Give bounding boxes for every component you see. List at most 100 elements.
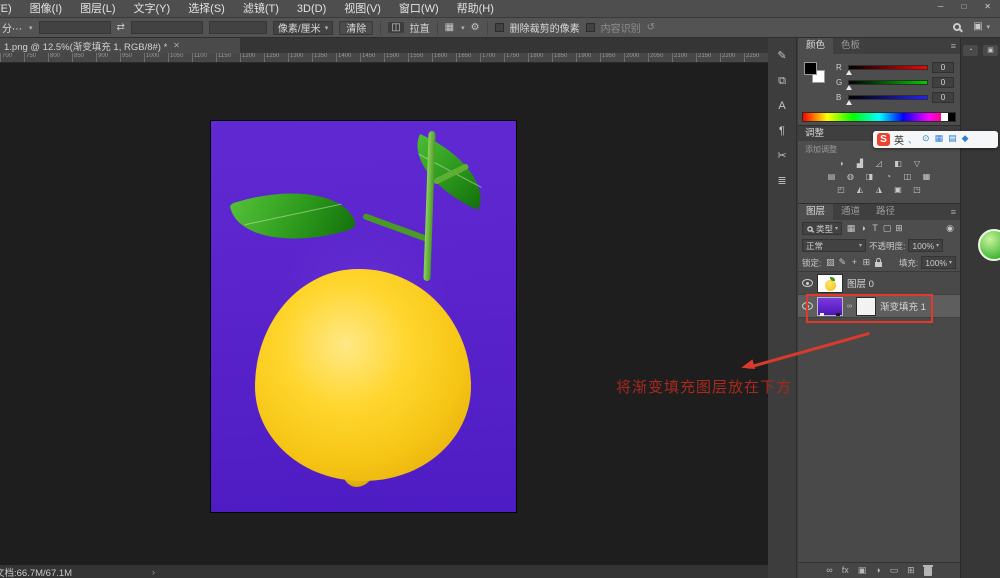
invert-icon[interactable]: ◰ xyxy=(834,184,849,195)
punctuation-icon[interactable]: 、 xyxy=(908,133,917,146)
tab-color[interactable]: 颜色 xyxy=(798,38,833,54)
emoji-icon[interactable]: ⊙ xyxy=(922,133,930,146)
gear-icon[interactable]: ⚙ xyxy=(471,22,480,33)
green-value[interactable]: 0 xyxy=(932,77,954,88)
canvas-area[interactable] xyxy=(0,63,768,565)
color-spectrum-ramp[interactable] xyxy=(802,112,956,122)
floating-assistant-ball[interactable] xyxy=(978,229,1000,261)
exposure-icon[interactable]: ◧ xyxy=(891,158,906,169)
channel-mixer-icon[interactable]: ◫ xyxy=(900,171,915,182)
filter-toggle-icon[interactable]: ◉ xyxy=(944,223,956,234)
workspace-icon[interactable]: ▣ xyxy=(973,21,982,32)
menu-select[interactable]: 选择(S) xyxy=(179,0,234,18)
blend-mode-dropdown[interactable]: 正常 ▾ xyxy=(802,239,866,252)
menu-help[interactable]: 帮助(H) xyxy=(448,0,503,18)
tab-paths[interactable]: 路径 xyxy=(868,204,903,220)
posterize-icon[interactable]: ◭ xyxy=(853,184,868,195)
filter-adjustment-layers-icon[interactable]: ◑ xyxy=(857,223,869,234)
filter-pixel-layers-icon[interactable]: ▦ xyxy=(845,223,857,234)
slider-handle[interactable] xyxy=(846,85,852,90)
content-aware-checkbox[interactable] xyxy=(586,23,595,32)
blue-value[interactable]: 0 xyxy=(932,92,954,103)
tab-layers[interactable]: 图层 xyxy=(798,204,833,220)
crop-height-input[interactable] xyxy=(131,21,203,34)
menu-view[interactable]: 视图(V) xyxy=(335,0,390,18)
clear-button[interactable]: 清除 xyxy=(339,21,373,35)
delete-cropped-pixels-checkbox[interactable] xyxy=(495,23,504,32)
skin-icon[interactable]: ◆ xyxy=(962,133,969,146)
panel-menu-icon[interactable]: ≡ xyxy=(951,41,956,51)
menu-image[interactable]: 图像(I) xyxy=(21,0,71,18)
menu-3d[interactable]: 3D(D) xyxy=(288,0,335,18)
swap-dimensions-icon[interactable]: ⇄ xyxy=(117,22,125,33)
threshold-icon[interactable]: ◮ xyxy=(872,184,887,195)
clone-source-panel-icon[interactable]: ⧉ xyxy=(778,75,786,87)
lock-image-pixels-icon[interactable]: ✎ xyxy=(836,257,848,268)
menu-layer[interactable]: 图层(L) xyxy=(71,0,124,18)
color-balance-icon[interactable]: ◍ xyxy=(843,171,858,182)
tab-swatches[interactable]: 色板 xyxy=(833,38,868,54)
fill-dropdown[interactable]: 100% ▾ xyxy=(921,256,956,269)
layer-filter-dropdown[interactable]: 类型 ▾ xyxy=(802,222,842,235)
vibrance-icon[interactable]: ▽ xyxy=(910,158,925,169)
foreground-color-swatch[interactable] xyxy=(804,62,817,75)
link-layers-icon[interactable]: ∞ xyxy=(826,565,832,576)
new-layer-icon[interactable]: ⊞ xyxy=(907,565,915,576)
close-button[interactable]: ✕ xyxy=(975,0,1000,14)
black-white-icon[interactable]: ◨ xyxy=(862,171,877,182)
lock-position-icon[interactable]: + xyxy=(848,257,860,268)
straighten-icon[interactable]: ◫ xyxy=(388,22,403,33)
soft-keyboard-icon[interactable]: ▦ xyxy=(935,133,944,146)
menu-window[interactable]: 窗口(W) xyxy=(390,0,448,18)
gradient-map-icon[interactable]: ▣ xyxy=(891,184,906,195)
green-slider[interactable] xyxy=(848,80,928,85)
history-panel-icon[interactable]: ◔ xyxy=(963,45,978,56)
minimize-button[interactable]: ─ xyxy=(929,0,953,14)
photo-filter-icon[interactable]: ◔ xyxy=(881,171,896,182)
character-panel-icon[interactable]: A xyxy=(778,100,785,112)
lock-transparent-pixels-icon[interactable]: ▨ xyxy=(824,257,836,268)
color-lookup-icon[interactable]: ▦ xyxy=(919,171,934,182)
close-tab-icon[interactable]: ✕ xyxy=(173,41,180,50)
tab-channels[interactable]: 通道 xyxy=(833,204,868,220)
crop-overlay-icon[interactable]: ▦ xyxy=(445,22,454,33)
curves-icon[interactable]: ◿ xyxy=(872,158,887,169)
visibility-eye-icon[interactable] xyxy=(802,279,813,287)
crop-preset-dropdown[interactable]: 分⋯ xyxy=(2,20,22,35)
slider-handle[interactable] xyxy=(846,70,852,75)
maximize-button[interactable]: □ xyxy=(952,0,975,14)
lock-artboard-icon[interactable]: ⊞ xyxy=(860,257,872,268)
document-image[interactable] xyxy=(211,121,516,512)
layer-name[interactable]: 图层 0 xyxy=(847,276,874,290)
blue-slider[interactable] xyxy=(848,95,928,100)
slider-handle[interactable] xyxy=(846,100,852,105)
new-adjustment-layer-icon[interactable]: ◑ xyxy=(875,565,880,576)
layer-style-icon[interactable]: fx xyxy=(842,565,849,576)
brush-settings-panel-icon[interactable]: ✎ xyxy=(777,50,786,62)
opacity-dropdown[interactable]: 100% ▾ xyxy=(908,239,943,252)
delete-layer-icon[interactable] xyxy=(924,567,932,576)
layer-row-tulemon[interactable]: 图层 0 xyxy=(798,272,960,295)
add-layer-mask-icon[interactable]: ▣ xyxy=(858,565,867,576)
search-icon[interactable] xyxy=(953,23,961,31)
filter-shape-layers-icon[interactable]: ▢ xyxy=(881,223,893,234)
new-group-icon[interactable]: ▭ xyxy=(890,565,899,576)
black-swatch[interactable] xyxy=(948,113,955,121)
reset-icon[interactable]: ↺ xyxy=(647,22,655,33)
white-swatch[interactable] xyxy=(941,113,948,121)
paragraph-panel-icon[interactable]: ¶ xyxy=(779,125,785,137)
paragraph-styles-panel-icon[interactable]: ≣ xyxy=(777,175,786,187)
layer-thumbnail[interactable] xyxy=(817,274,843,293)
crop-width-input[interactable] xyxy=(39,21,111,34)
red-value[interactable]: 0 xyxy=(932,62,954,73)
straighten-label[interactable]: 拉直 xyxy=(410,20,430,35)
toolbox-icon[interactable]: ▤ xyxy=(948,133,957,146)
menu-type[interactable]: 文字(Y) xyxy=(125,0,180,18)
hue-saturation-icon[interactable]: ▤ xyxy=(824,171,839,182)
crop-resolution-input[interactable] xyxy=(209,21,267,34)
selective-color-icon[interactable]: ◳ xyxy=(910,184,925,195)
sogou-logo-icon[interactable]: S xyxy=(877,133,890,146)
lock-all-icon[interactable] xyxy=(875,262,882,267)
input-mode-toggle[interactable]: 英 xyxy=(894,132,904,147)
document-tab[interactable]: 1.png @ 12.5%(渐变填充 1, RGB/8#) * ✕ xyxy=(0,38,240,53)
